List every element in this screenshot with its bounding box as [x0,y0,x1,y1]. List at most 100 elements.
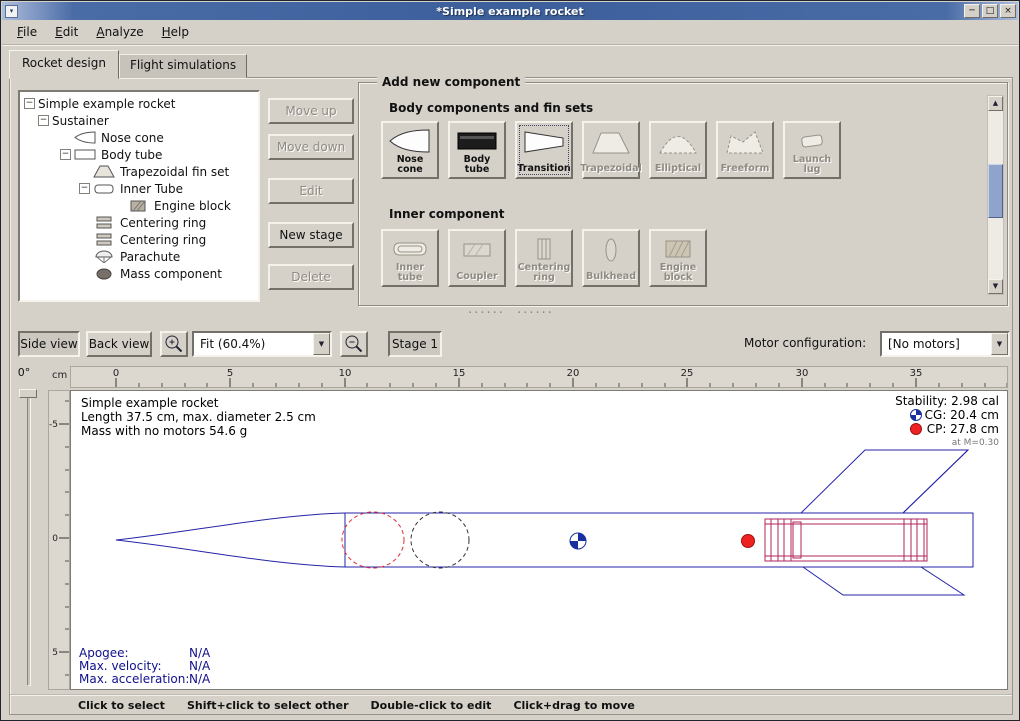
rocket-body-outline[interactable] [116,513,973,567]
tree-item-nose-cone[interactable]: Nose cone [20,129,258,146]
menu-edit[interactable]: Edit [46,22,87,42]
rocket-drawing-canvas[interactable]: Simple example rocket Length 37.5 cm, ma… [70,390,1008,690]
svg-text:15: 15 [453,368,466,379]
engine-block-icon [656,235,700,263]
close-button[interactable]: × [1000,4,1016,18]
close-icon: × [1004,6,1012,16]
tree-item-mass-component[interactable]: Mass component [20,265,258,282]
back-view-button[interactable]: Back view [86,331,152,357]
edit-button[interactable]: Edit [268,178,354,204]
collapse-toggle-icon[interactable]: − [79,183,90,194]
apogee-label: Apogee: [79,646,129,660]
add-freeform-fin-button[interactable]: Freeform [716,121,774,179]
add-inner-tube-button[interactable]: Inner tube [381,229,439,287]
tree-item-centering-ring-2[interactable]: Centering ring [20,231,258,248]
upper-fin-outline[interactable] [801,450,968,513]
tree-item-rocket[interactable]: − Simple example rocket [20,95,258,112]
tree-item-inner-tube[interactable]: − Inner Tube [20,180,258,197]
elliptical-fin-icon [656,127,700,157]
svg-text:10: 10 [339,368,352,379]
scroll-up-button[interactable]: ▲ [988,96,1003,111]
cg-legend-icon [911,410,922,421]
add-centering-ring-button[interactable]: Centering ring [515,229,573,287]
add-engine-block-button[interactable]: Engine block [649,229,707,287]
max-velocity-value: N/A [189,659,211,673]
coupler-icon [455,235,499,265]
cp-value-text: CP: 27.8 cm [927,422,999,436]
scroll-down-button[interactable]: ▼ [988,279,1003,294]
mach-text: at M=0.30 [952,438,1000,448]
add-nose-cone-button[interactable]: Nose cone [381,121,439,179]
tree-item-engine-block[interactable]: Engine block [20,197,258,214]
tab-flight-simulations[interactable]: Flight simulations [119,54,247,78]
rocket-mass-text: Mass with no motors 54.6 g [81,424,247,438]
parachute-outline[interactable] [342,512,404,568]
add-coupler-button[interactable]: Coupler [448,229,506,287]
main-tabs: Rocket design Flight simulations [9,49,247,78]
move-up-button[interactable]: Move up [268,98,354,124]
side-view-button[interactable]: Side view [18,331,80,357]
menu-help[interactable]: Help [153,22,198,42]
body-tube-icon [455,127,499,155]
menu-file[interactable]: File [8,22,46,42]
apogee-value: N/A [189,646,211,660]
add-transition-button[interactable]: Transition [515,121,573,179]
cp-marker[interactable] [742,535,755,548]
new-stage-button[interactable]: New stage [268,222,354,248]
minimize-button[interactable]: ─ [964,4,980,18]
collapse-toggle-icon[interactable]: − [24,98,35,109]
move-down-button[interactable]: Move down [268,134,354,160]
rotation-slider-track[interactable] [27,394,31,686]
view-toolbar: Side view Back view Fit (60.4%) ▼ Stage … [10,326,1012,362]
app-icon[interactable]: ▾ [5,5,18,18]
maximize-button[interactable]: □ [982,4,998,18]
panel-splitter-handle[interactable]: ······ ······ [10,310,1012,320]
motor-configuration-label: Motor configuration: [744,336,866,350]
inner-tube-assembly[interactable] [765,519,927,561]
zoom-in-icon [163,333,185,355]
delete-button[interactable]: Delete [268,264,354,290]
add-trapezoidal-fin-button[interactable]: Trapezoidal [582,121,640,179]
tree-item-body-tube[interactable]: − Body tube [20,146,258,163]
add-bulkhead-button[interactable]: Bulkhead [582,229,640,287]
rotation-slider-handle[interactable] [19,389,37,398]
scrollbar-thumb[interactable] [988,164,1003,218]
zoom-level-select[interactable]: Fit (60.4%) ▼ [192,331,332,357]
stage-1-toggle[interactable]: Stage 1 [388,331,442,357]
menu-analyze[interactable]: Analyze [87,22,152,42]
svg-text:30: 30 [796,368,809,379]
title-bar[interactable]: ▾ *Simple example rocket ─ □ × [2,2,1018,20]
zoom-in-button[interactable] [160,331,188,357]
cg-value-text: CG: 20.4 cm [925,408,999,422]
lower-fin-outline[interactable] [803,567,964,595]
component-tree[interactable]: − Simple example rocket − Sustainer Nose… [18,90,260,302]
motor-configuration-select[interactable]: [No motors] ▼ [880,331,1010,357]
horizontal-ruler: 0 5 10 15 20 25 30 35 [70,366,1008,388]
max-velocity-label: Max. velocity: [79,659,162,673]
tree-item-centering-ring-1[interactable]: Centering ring [20,214,258,231]
tab-rocket-design[interactable]: Rocket design [9,50,119,79]
add-body-tube-button[interactable]: Body tube [448,121,506,179]
tree-item-parachute[interactable]: Parachute [20,248,258,265]
hint-shift-click: Shift+click to select other [187,699,349,712]
svg-text:0: 0 [113,368,119,379]
vertical-ruler: -5 0 5 [48,390,70,690]
add-launch-lug-button[interactable]: Launch lug [783,121,841,179]
svg-text:5: 5 [227,368,233,379]
freeform-fin-icon [723,127,767,157]
nose-cone-icon [388,127,432,155]
tree-item-sustainer[interactable]: − Sustainer [20,112,258,129]
cg-marker[interactable] [570,533,586,549]
component-scrollbar[interactable]: ▲ ▼ [987,95,1004,295]
add-elliptical-fin-button[interactable]: Elliptical [649,121,707,179]
app-window: ▾ *Simple example rocket ─ □ × File Edit… [0,0,1020,721]
collapse-toggle-icon[interactable]: − [38,115,49,126]
svg-text:-5: -5 [49,420,58,430]
body-components-label: Body components and fin sets [389,101,593,115]
cp-legend-icon [911,424,922,435]
mass-component-outline[interactable] [411,512,469,568]
window-title: *Simple example rocket [2,5,1018,18]
collapse-toggle-icon[interactable]: − [60,149,71,160]
zoom-out-button[interactable] [340,331,368,357]
tree-item-fin-set[interactable]: Trapezoidal fin set [20,163,258,180]
